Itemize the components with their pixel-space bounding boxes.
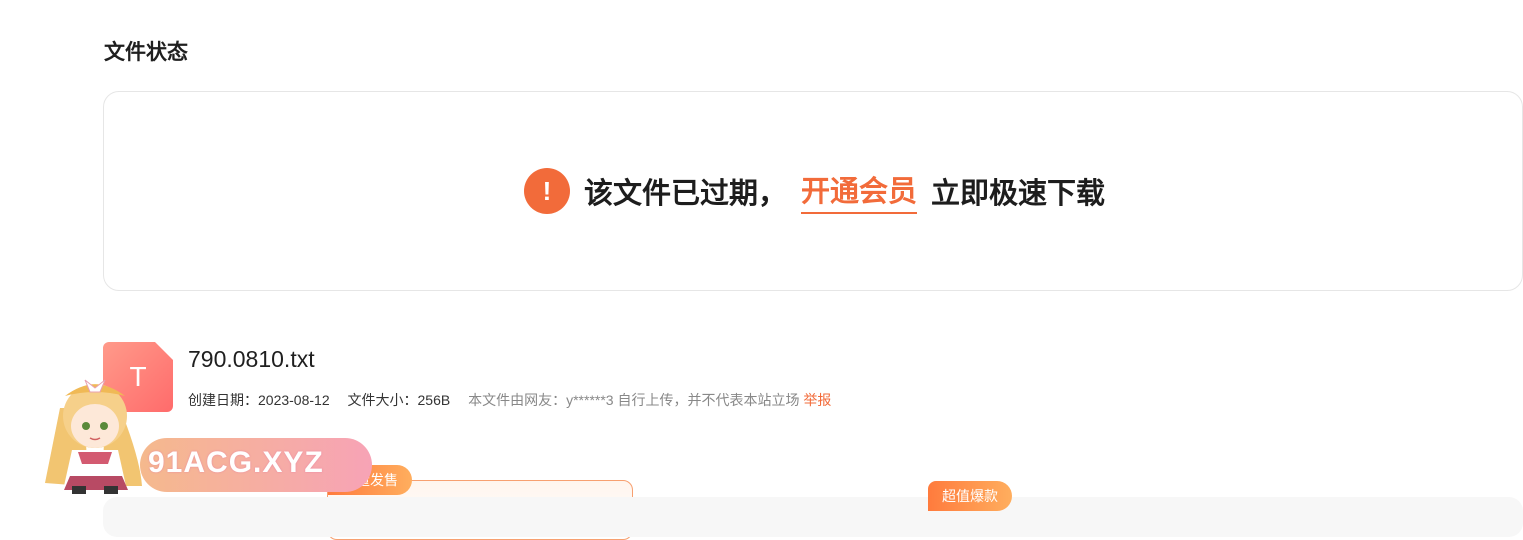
uploader-note: 本文件由网友：y******3 自行上传，并不代表本站立场 (468, 392, 800, 408)
size-value: 256B (417, 392, 451, 408)
status-text-after: 立即极速下载 (931, 178, 1106, 210)
mascot-watermark: 91ACG.XYZ (30, 368, 372, 498)
section-title: 文件状态 (104, 41, 188, 64)
hot-deal-badge: 超值爆款 (928, 481, 1012, 511)
report-link[interactable]: 举报 (803, 392, 831, 408)
status-line: ! 该文件已过期， 开通会员 立即极速下载 (524, 168, 1105, 214)
status-text: 该文件已过期， (584, 178, 788, 210)
anime-girl-icon (45, 379, 142, 494)
watermark-text: 91ACG.XYZ (148, 446, 324, 479)
exclamation-icon: ! (524, 168, 570, 214)
size-label: 文件大小： (347, 392, 418, 408)
status-card: ! 该文件已过期， 开通会员 立即极速下载 (103, 91, 1523, 291)
plan-card-secondary[interactable] (103, 497, 1523, 537)
open-vip-link[interactable]: 开通会员 (801, 168, 918, 214)
